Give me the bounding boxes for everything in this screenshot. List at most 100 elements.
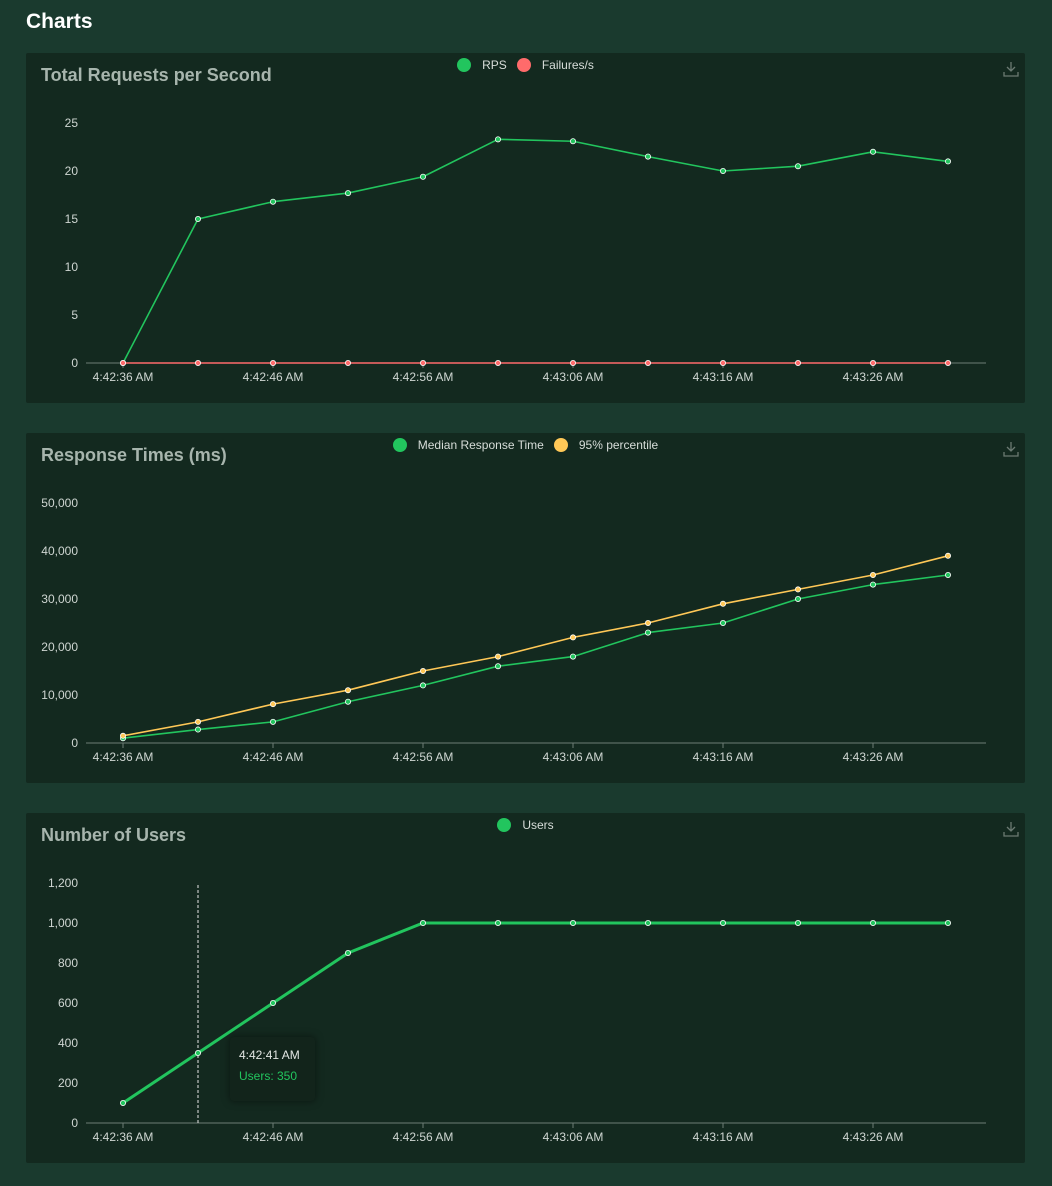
data-point <box>795 359 802 366</box>
data-point <box>194 1049 201 1056</box>
y-tick-label: 20 <box>65 164 79 178</box>
x-tick-label: 4:43:06 AM <box>543 1130 604 1144</box>
x-tick-label: 4:42:36 AM <box>93 750 154 764</box>
x-tick-label: 4:42:36 AM <box>93 1130 154 1144</box>
x-tick-label: 4:43:16 AM <box>693 370 754 384</box>
data-point <box>269 198 276 205</box>
data-point <box>194 726 201 733</box>
data-point <box>795 163 802 170</box>
data-point <box>720 600 727 607</box>
y-tick-label: 0 <box>71 736 78 750</box>
data-point <box>269 359 276 366</box>
data-point <box>494 136 501 143</box>
x-tick-label: 4:43:16 AM <box>693 1130 754 1144</box>
x-tick-label: 4:42:46 AM <box>243 750 304 764</box>
data-point <box>945 359 952 366</box>
data-point <box>720 168 727 175</box>
chart-plot-users: 0 200 400 600 800 1,000 1,200 4:42:36 AM 4:42:46… <box>48 876 986 1144</box>
chart-plot-response-times: 0 10,000 20,000 30,000 40,000 50,000 4:42:36 A… <box>41 496 986 764</box>
data-point <box>419 173 426 180</box>
y-tick-label: 20,000 <box>41 640 78 654</box>
x-tick-label: 4:42:46 AM <box>243 370 304 384</box>
y-tick-label: 5 <box>71 308 78 322</box>
y-tick-label: 200 <box>58 1076 78 1090</box>
data-point <box>570 920 577 927</box>
chart-panel-response-times: Response Times (ms) Median Response Time… <box>26 433 1025 783</box>
data-point <box>419 682 426 689</box>
data-point <box>419 359 426 366</box>
x-tick-label: 4:43:16 AM <box>693 750 754 764</box>
data-point <box>570 359 577 366</box>
data-point <box>645 619 652 626</box>
y-tick-label: 15 <box>65 212 79 226</box>
data-point <box>419 667 426 674</box>
data-point <box>795 920 802 927</box>
data-point <box>720 359 727 366</box>
data-point <box>570 634 577 641</box>
data-point <box>269 701 276 708</box>
y-tick-label: 50,000 <box>41 496 78 510</box>
data-point <box>344 359 351 366</box>
chart-plot-rps: 0 5 10 15 20 25 4:42:36 AM 4:42:46 AM 4:42:56 AM… <box>65 116 986 384</box>
y-tick-label: 40,000 <box>41 544 78 558</box>
data-point <box>194 359 201 366</box>
y-tick-label: 10,000 <box>41 688 78 702</box>
x-tick-label: 4:42:56 AM <box>393 750 454 764</box>
data-point <box>945 571 952 578</box>
data-point <box>344 687 351 694</box>
y-tick-label: 0 <box>71 356 78 370</box>
data-point <box>120 359 127 366</box>
x-tick-label: 4:43:06 AM <box>543 750 604 764</box>
data-point <box>269 718 276 725</box>
chart-tooltip: 4:42:41 AM Users: 350 <box>230 1037 315 1101</box>
y-tick-label: 400 <box>58 1036 78 1050</box>
data-point <box>945 552 952 559</box>
data-point <box>344 698 351 705</box>
data-point <box>945 158 952 165</box>
data-point <box>870 571 877 578</box>
y-tick-label: 800 <box>58 956 78 970</box>
y-tick-label: 30,000 <box>41 592 78 606</box>
data-point <box>870 359 877 366</box>
x-tick-label: 4:42:46 AM <box>243 1130 304 1144</box>
data-point <box>945 920 952 927</box>
x-tick-label: 4:43:26 AM <box>843 1130 904 1144</box>
data-point <box>494 920 501 927</box>
data-point <box>570 138 577 145</box>
data-point <box>795 595 802 602</box>
data-point <box>194 718 201 725</box>
data-point <box>645 153 652 160</box>
data-point <box>720 619 727 626</box>
data-point <box>269 999 276 1006</box>
x-tick-label: 4:42:56 AM <box>393 1130 454 1144</box>
y-tick-label: 10 <box>65 260 79 274</box>
series-line-rps <box>122 138 949 364</box>
y-tick-label: 0 <box>71 1116 78 1130</box>
data-point <box>795 586 802 593</box>
tooltip-value: Users: 350 <box>239 1069 298 1083</box>
x-tick-label: 4:43:26 AM <box>843 370 904 384</box>
data-point <box>645 629 652 636</box>
chart-panel-rps: Total Requests per Second RPS Failures/s… <box>26 53 1025 403</box>
tooltip-time: 4:42:41 AM <box>239 1048 300 1062</box>
x-tick-label: 4:42:56 AM <box>393 370 454 384</box>
y-tick-label: 1,200 <box>48 876 78 890</box>
data-point <box>194 215 201 222</box>
data-point <box>645 920 652 927</box>
data-point <box>344 190 351 197</box>
data-point <box>419 920 426 927</box>
data-point <box>494 359 501 366</box>
x-tick-label: 4:43:06 AM <box>543 370 604 384</box>
x-tick-label: 4:42:36 AM <box>93 370 154 384</box>
y-tick-label: 600 <box>58 996 78 1010</box>
data-point <box>870 148 877 155</box>
series-line-95-percentile <box>122 555 949 737</box>
data-point <box>645 359 652 366</box>
data-point <box>120 1099 127 1106</box>
data-point <box>870 581 877 588</box>
data-point <box>870 920 877 927</box>
page-title: Charts <box>26 10 93 33</box>
data-point <box>344 949 351 956</box>
data-point <box>570 653 577 660</box>
data-point <box>494 653 501 660</box>
